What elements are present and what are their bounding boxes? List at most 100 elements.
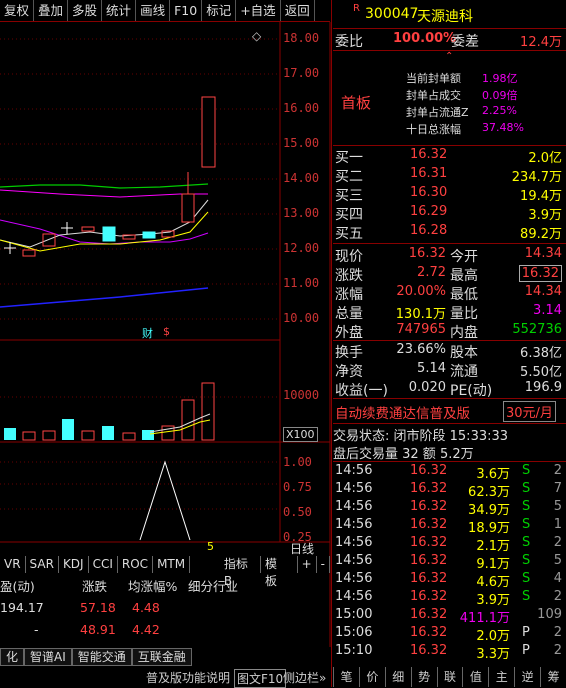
toolbar-button[interactable]: +自选 [236,0,281,21]
price-tick: 13.00 [283,206,320,220]
right-tab[interactable]: 逆 [514,667,540,687]
toolbar-button[interactable]: 叠加 [34,0,69,21]
indicator-tab[interactable]: KDJ [59,556,89,573]
f10-link[interactable]: 图文F10 [234,669,287,688]
indicator-extra-button[interactable]: 模 板 [261,556,298,588]
right-tab[interactable]: 筹 [540,667,566,687]
right-tab[interactable]: 联 [436,667,463,687]
quote-value: 2.72 [417,265,446,280]
dividend-marker[interactable]: $ [163,325,170,338]
right-tab[interactable]: 势 [410,667,437,687]
right-tab[interactable]: 主 [488,667,514,687]
tick-side: S [522,517,531,532]
tick-side: S [522,571,531,586]
table-cell: 48.91 [80,622,116,637]
bid-label: 买四 [335,207,363,223]
right-tab[interactable]: 细 [384,667,411,687]
toolbar-button[interactable]: 标记 [202,0,237,21]
tick-volume: 2.1万 [476,539,510,554]
tick-side: S [522,553,531,568]
tick-side: P [522,643,530,658]
tick-time: 15:06 [335,625,373,640]
finance-marker[interactable]: 财 [142,325,153,341]
tick-volume: 18.9万 [468,521,510,536]
collapse-arrow-icon[interactable]: ⌃ [445,51,453,62]
help-link[interactable]: 普及版功能说明 [146,669,230,686]
table-header: 涨跌 [82,579,108,594]
sector-tab[interactable]: 智谱AI [24,648,72,666]
sector-tab[interactable]: 智能交通 [71,648,132,666]
bid-price[interactable]: 16.31 [410,166,447,181]
quote-value: 14.34 [524,284,562,299]
indicator-tick: 0.50 [283,505,312,519]
right-tab[interactable]: 价 [358,667,385,687]
tick-volume: 3.9万 [476,593,510,608]
tick-side: S [522,463,531,478]
right-tab[interactable]: 笔 [333,667,359,687]
tick-count: 2 [553,625,562,640]
fund-value: 196.9 [524,380,562,395]
sector-tab[interactable]: 互联金融 [131,648,192,666]
table-cell: 4.48 [132,600,160,615]
sector-tabs: 化智谱AI 智能交通 互联金融 [0,648,333,667]
volume-tick: 10000 [283,388,320,402]
toolbar-button[interactable]: 复权 [0,0,35,21]
ad-banner[interactable]: 自动续费通达信普及版 30元/月 [333,400,566,422]
tick-price: 16.32 [410,607,448,622]
fund-value: 23.66% [396,342,446,357]
bid-label: 买一 [335,150,363,166]
price-tick: 11.00 [283,276,320,290]
volume-bars [4,382,215,441]
ma-line-pink [0,189,208,198]
indicator-tab[interactable]: MTM [153,556,191,573]
toolbar-button[interactable]: F10 [170,0,203,21]
indicator-tab[interactable]: VR [0,556,26,573]
tick-price: 16.32 [410,481,448,496]
toolbar-button[interactable]: 多股 [68,0,103,21]
toolbar-button[interactable]: 画线 [136,0,171,21]
svg-text:◇: ◇ [252,29,262,43]
table-cell: 57.18 [80,600,116,615]
indicator-tab[interactable]: CCI [89,556,118,573]
tick-time: 14:56 [335,571,373,586]
quote-label: 量比 [450,306,478,322]
bid-price[interactable]: 16.32 [410,147,447,162]
tick-volume: 411.1万 [459,611,510,626]
sidebar-toggle[interactable]: 侧边栏» [283,669,326,686]
indicator-tab[interactable]: ROC [118,556,154,573]
quote-label: 外盘 [335,325,363,341]
tick-side: S [522,481,531,496]
quote-label: 最高 [450,268,478,284]
toolbar-button[interactable]: 统计 [102,0,137,21]
tick-price: 16.32 [410,535,448,550]
indicator-extra-button[interactable]: 指标B [220,556,261,588]
tick-price: 16.32 [410,625,448,640]
price-tick: 15.00 [283,136,320,150]
indicator-extra-button[interactable]: + [298,556,317,573]
first-board-value: 1.98亿 [482,72,518,85]
indicator-line [139,460,191,541]
ma-line-green [0,183,209,189]
fund-value: 6.38亿 [520,346,562,361]
quote-label: 涨幅 [335,287,363,303]
table-cell: 4.42 [132,622,160,637]
right-tab[interactable]: 值 [462,667,488,687]
tick-volume: 3.3万 [476,647,510,662]
stock-code: 300047 [365,6,419,22]
tick-side: S [522,535,531,550]
indicator-extra-button[interactable]: - [317,556,331,573]
indicator-tab[interactable]: SAR [26,556,59,573]
bid-price[interactable]: 16.30 [410,185,447,200]
tick-volume: 62.3万 [468,485,510,500]
tick-count: 7 [553,481,562,496]
tick-count: 5 [553,553,562,568]
bid-price[interactable]: 16.28 [410,223,447,238]
tick-count: 2 [553,535,562,550]
quote-label: 内盘 [450,325,478,341]
sector-tab[interactable]: 化 [0,648,25,666]
bid-price[interactable]: 16.29 [410,204,447,219]
table-cell: - [34,622,39,637]
toolbar-button[interactable]: 返回 [281,0,315,21]
tick-time: 15:10 [335,643,373,658]
fund-label: 股本 [450,345,478,361]
